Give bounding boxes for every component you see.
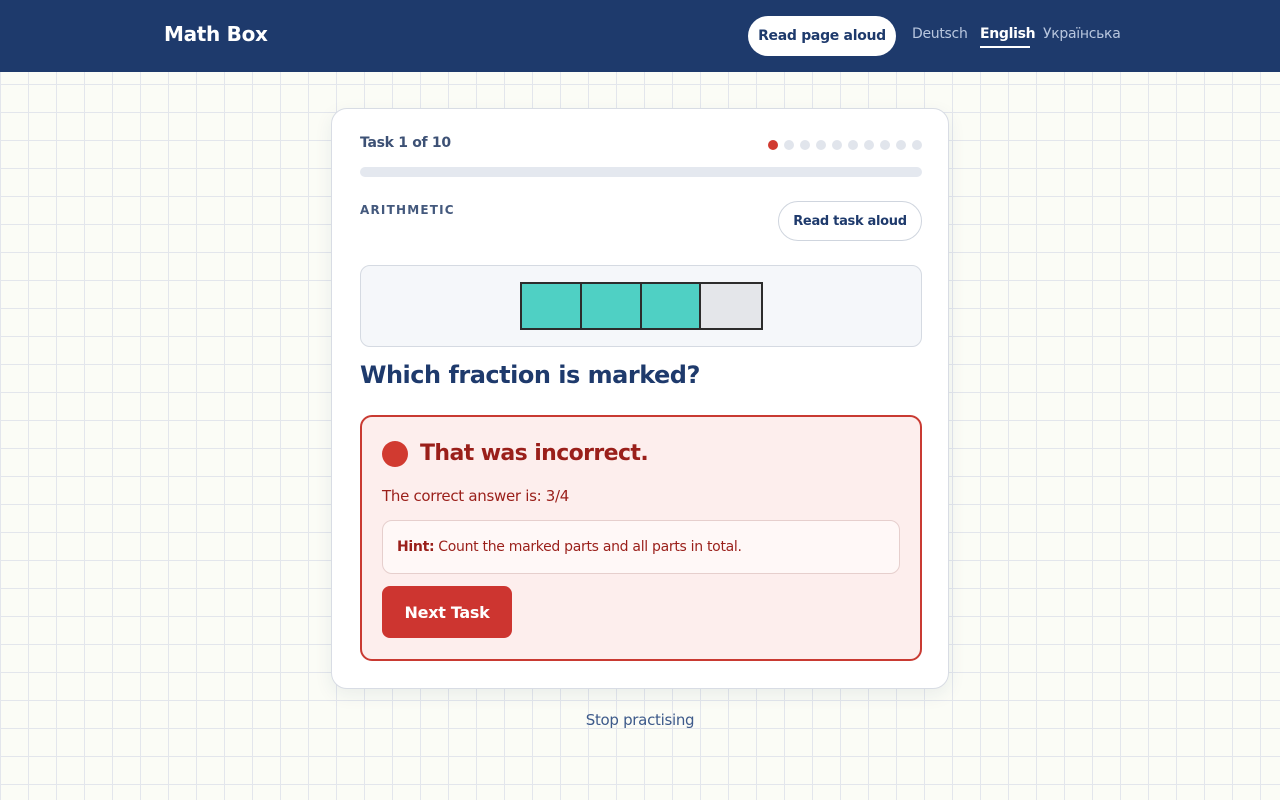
app-brand: Math Box bbox=[164, 22, 268, 46]
task-card: Task 1 of 10 ARITHMETIC Read task aloud … bbox=[331, 108, 949, 689]
progress-dot-9 bbox=[896, 140, 906, 150]
progress-dot-5 bbox=[832, 140, 842, 150]
task-counter: Task 1 of 10 bbox=[360, 135, 451, 151]
progress-dot-7 bbox=[864, 140, 874, 150]
read-page-aloud-button[interactable]: Read page aloud bbox=[748, 16, 896, 56]
next-task-button[interactable]: Next Task bbox=[382, 586, 512, 638]
question-text: Which fraction is marked? bbox=[360, 361, 700, 389]
hint-text: Count the marked parts and all parts in … bbox=[438, 539, 742, 555]
progress-dot-3 bbox=[800, 140, 810, 150]
stop-practising-link[interactable]: Stop practising bbox=[0, 711, 1280, 729]
task-progress-dots bbox=[768, 140, 922, 150]
progress-dot-4 bbox=[816, 140, 826, 150]
active-language-indicator bbox=[980, 46, 1030, 48]
fraction-part-unmarked bbox=[701, 284, 761, 328]
progress-bar bbox=[360, 167, 922, 177]
progress-dot-10 bbox=[912, 140, 922, 150]
read-task-aloud-button[interactable]: Read task aloud bbox=[778, 201, 922, 241]
fraction-figure-panel bbox=[360, 265, 922, 347]
progress-dot-6 bbox=[848, 140, 858, 150]
fraction-part-marked bbox=[641, 284, 702, 328]
incorrect-status-icon bbox=[382, 441, 408, 467]
progress-dot-8 bbox=[880, 140, 890, 150]
fraction-part-marked bbox=[581, 284, 642, 328]
language-deutsch[interactable]: Deutsch bbox=[912, 26, 968, 42]
correct-answer-text: The correct answer is: 3/4 bbox=[382, 487, 570, 505]
progress-dot-2 bbox=[784, 140, 794, 150]
language-english[interactable]: English bbox=[980, 26, 1036, 42]
feedback-panel: That was incorrect. The correct answer i… bbox=[360, 415, 922, 661]
hint-box: Hint: Count the marked parts and all par… bbox=[382, 520, 900, 574]
hint-label: Hint: bbox=[397, 539, 435, 555]
feedback-title: That was incorrect. bbox=[420, 441, 649, 466]
fraction-part-marked bbox=[522, 284, 582, 328]
progress-dot-1 bbox=[768, 140, 778, 150]
top-bar: Math Box Read page aloud Deutsch English… bbox=[0, 0, 1280, 72]
fraction-bar bbox=[520, 282, 763, 330]
language-ukrainian[interactable]: Українська bbox=[1043, 26, 1121, 42]
task-category: ARITHMETIC bbox=[360, 203, 455, 217]
